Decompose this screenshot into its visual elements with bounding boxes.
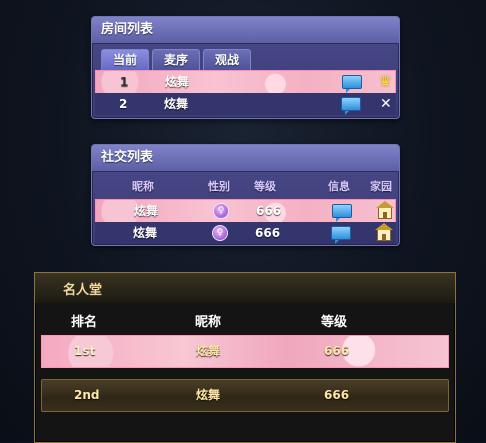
- female-icon: ♀: [213, 203, 229, 219]
- header-home: 家园: [370, 180, 392, 193]
- fame-name: 炫舞: [196, 388, 221, 402]
- chat-icon[interactable]: [341, 97, 361, 115]
- hall-of-fame-title-bar: 名人堂: [35, 273, 455, 303]
- header-nickname: 昵称: [132, 180, 154, 193]
- home-icon[interactable]: [376, 201, 394, 219]
- chat-icon[interactable]: [342, 75, 362, 93]
- fame-rank: 1st: [74, 344, 96, 358]
- room-row-name: 炫舞: [164, 97, 189, 111]
- fame-level: 666: [324, 344, 350, 358]
- header-level: 等级: [321, 315, 348, 330]
- social-row[interactable]: 炫舞 ♀ 666: [95, 222, 396, 244]
- header-nickname: 昵称: [195, 315, 222, 330]
- fame-row[interactable]: 1st 炫舞 666: [41, 335, 449, 368]
- social-row-name: 炫舞: [134, 204, 159, 218]
- room-row[interactable]: 1 炫舞 ♛: [95, 70, 396, 94]
- room-row-name: 炫舞: [165, 75, 190, 89]
- header-rank: 排名: [71, 315, 98, 330]
- female-icon: ♀: [212, 225, 228, 241]
- tab-current[interactable]: 当前: [101, 49, 149, 70]
- hall-of-fame-panel: 名人堂 排名 昵称 等级 1st 炫舞 666 2nd 炫舞 666: [34, 272, 456, 443]
- fame-level: 666: [324, 388, 350, 402]
- room-row-index: 2: [119, 97, 128, 111]
- social-list-title: 社交列表: [92, 145, 399, 172]
- header-gender: 性别: [208, 180, 230, 193]
- close-icon[interactable]: ✕: [380, 97, 392, 111]
- crown-icon: ♛: [379, 74, 392, 90]
- header-info: 信息: [328, 180, 350, 193]
- social-row-level: 666: [256, 204, 282, 218]
- room-list-panel: 房间列表 当前 麦序 观战 1 炫舞 ♛ 2 炫舞 ✕: [91, 16, 400, 119]
- header-level: 等级: [254, 180, 276, 193]
- fame-rank: 2nd: [74, 388, 100, 402]
- social-row[interactable]: 炫舞 ♀ 666: [95, 199, 396, 223]
- tab-spectate[interactable]: 观战: [203, 49, 251, 70]
- social-row-level: 666: [255, 226, 281, 240]
- room-list-title: 房间列表: [92, 17, 399, 44]
- room-row-index: 1: [120, 75, 129, 89]
- tab-mic-queue[interactable]: 麦序: [152, 49, 200, 70]
- social-list-panel: 社交列表 昵称 性别 等级 信息 家园 炫舞 ♀ 666 炫舞 ♀ 666: [91, 144, 400, 246]
- social-row-name: 炫舞: [133, 226, 158, 240]
- chat-icon[interactable]: [332, 204, 352, 222]
- hall-of-fame-title: 名人堂: [63, 283, 103, 298]
- home-icon[interactable]: [375, 223, 393, 241]
- chat-icon[interactable]: [331, 226, 351, 244]
- room-row[interactable]: 2 炫舞 ✕: [95, 93, 396, 115]
- fame-row[interactable]: 2nd 炫舞 666: [41, 379, 449, 412]
- fame-name: 炫舞: [196, 344, 221, 358]
